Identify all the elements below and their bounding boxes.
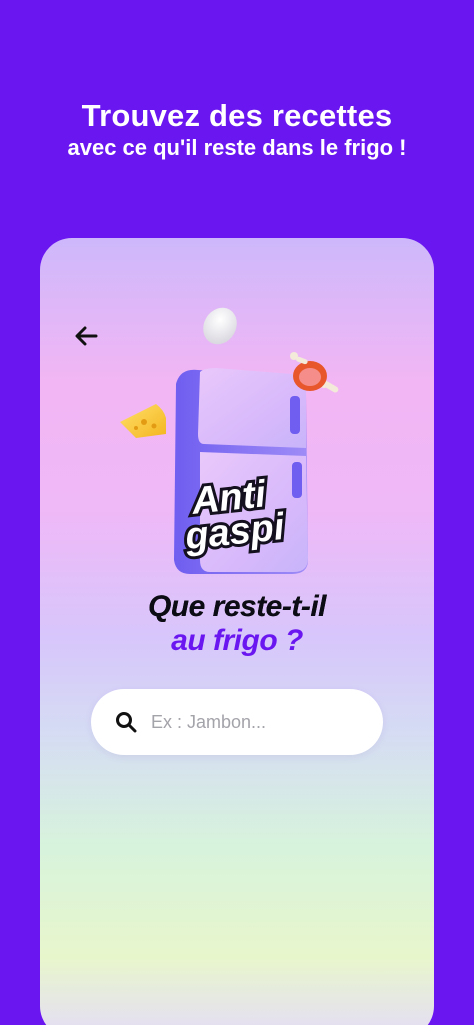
phone-screen: Anti gaspi Que reste-t-il au frigo ? xyxy=(40,238,434,1025)
search-icon xyxy=(115,711,137,733)
screen-title: Que reste-t-il au frigo ? xyxy=(40,590,434,658)
marketing-headline: Trouvez des recettes avec ce qu'il reste… xyxy=(0,98,474,162)
cheese-icon xyxy=(120,404,166,438)
search-bar[interactable] xyxy=(91,689,383,755)
back-button[interactable] xyxy=(72,322,100,350)
app-store-screenshot: Trouvez des recettes avec ce qu'il reste… xyxy=(0,0,474,1025)
title-line-2: au frigo ? xyxy=(171,624,303,657)
headline-line-1: Trouvez des recettes xyxy=(81,98,393,133)
headline-line-2: avec ce qu'il reste dans le frigo ! xyxy=(67,135,407,160)
arrow-left-icon xyxy=(75,326,98,346)
search-input[interactable] xyxy=(151,711,351,733)
egg-icon xyxy=(203,307,237,345)
fridge-illustration: Anti gaspi xyxy=(120,307,339,574)
title-line-1: Que reste-t-il xyxy=(147,590,327,623)
